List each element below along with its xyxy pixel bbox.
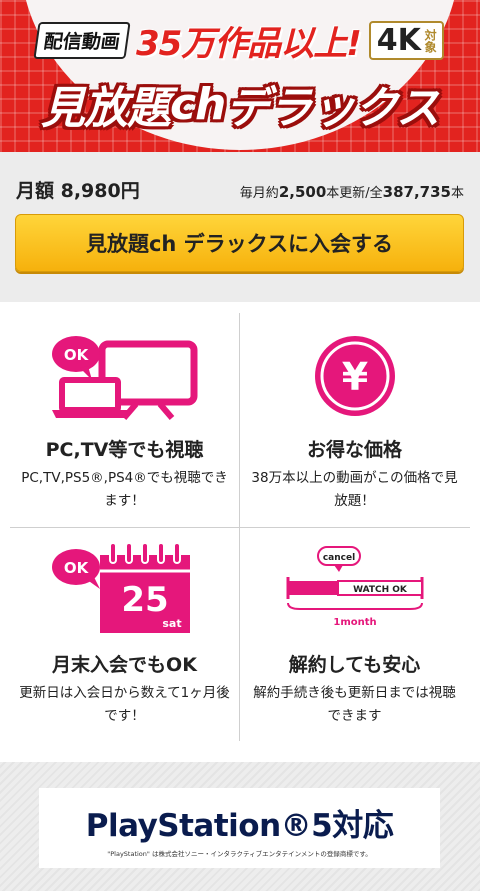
calendar-ok-text: OK [63,559,89,577]
playstation-trademark-note: "PlayStation" は株式会社ソニー・インタラクティブエンタテインメント… [107,850,372,858]
price-line: 月額 8,980円 毎月約2,500本更新/全387,735本 [16,176,464,203]
price-section: 月額 8,980円 毎月約2,500本更新/全387,735本 見放題ch デラ… [0,152,480,302]
stats-middle: 本更新/全 [326,186,383,201]
calendar-day: 25 [121,580,168,620]
calendar-weekday: sat [162,617,181,630]
cancel-timeline-icon: cancel WATCH OK 1month [240,534,469,639]
feature-desc: PC,TV,PS5®,PS4®でも視聴できます！ [21,470,228,509]
banner-title: 見放題 ch デラックス [0,72,480,136]
feature-desc: 更新日は入会日から数えて1ヶ月後です！ [19,685,230,724]
title-deluxe: デラックス [225,83,440,134]
4k-label: 4K [376,23,421,58]
features-grid: OK PC,TV等でも視聴 PC,TV,PS5®,PS4®でも視聴できます！ ¥… [10,313,470,741]
devices-icon: OK [10,323,239,428]
feature-devices: OK PC,TV等でも視聴 PC,TV,PS5®,PS4®でも視聴できます！ [10,313,239,527]
headline-count: 35万作品以上! [135,24,362,64]
feature-cancel: cancel WATCH OK 1month 解約しても安心 解約手続き後も更新… [240,528,469,742]
title-main: 見放題 [40,83,171,134]
playstation-banner[interactable]: PlayStation®5対応 "PlayStation" は株式会社ソニー・イ… [39,788,440,868]
title-ch: ch [169,78,226,130]
yen-icon: ¥ [240,323,469,428]
stats-monthly-count: 2,500 [278,183,327,201]
watch-ok-label: WATCH OK [353,585,408,595]
stats-prefix: 毎月約 [239,186,279,201]
cancel-label: cancel [322,553,354,563]
banner-headline: 配信動画 35万作品以上! 4K 対象 [0,16,480,65]
join-button[interactable]: 見放題ch デラックスに入会する [15,214,464,272]
haishin-tag: 配信動画 [33,22,131,59]
update-stats: 毎月約2,500本更新/全387,735本 [240,182,464,201]
feature-price: ¥ お得な価格 38万本以上の動画がこの価格で見放題！ [240,313,469,527]
feature-desc: 38万本以上の動画がこの価格で見放題！ [251,470,458,509]
playstation-section: PlayStation®5対応 "PlayStation" は株式会社ソニー・イ… [0,762,480,891]
feature-title: 解約しても安心 [288,654,421,676]
calendar-icon: 25 sat OK [10,534,239,639]
feature-month-end: 25 sat OK 月末入会でもOK 更新日は入会日から数えて1ヶ月後です！ [10,528,239,742]
playstation-title: PlayStation®5対応 [85,808,394,844]
period-label: 1month [333,617,376,628]
feature-desc: 解約手続き後も更新日までは視聴できます [253,685,456,724]
feature-title: お得な価格 [306,439,402,461]
hero-banner: 配信動画 35万作品以上! 4K 対象 見放題 ch デラックス [0,0,480,152]
4k-sub-label: 対象 [423,28,438,53]
feature-title: PC,TV等でも視聴 [45,439,204,461]
yen-symbol: ¥ [341,355,367,399]
stats-suffix: 本 [450,186,464,201]
stats-total-count: 387,735 [382,183,451,201]
feature-title: 月末入会でもOK [52,654,197,676]
monthly-price: 月額 8,980円 [16,180,140,202]
devices-ok-text: OK [63,346,89,364]
4k-badge: 4K 対象 [368,21,445,60]
